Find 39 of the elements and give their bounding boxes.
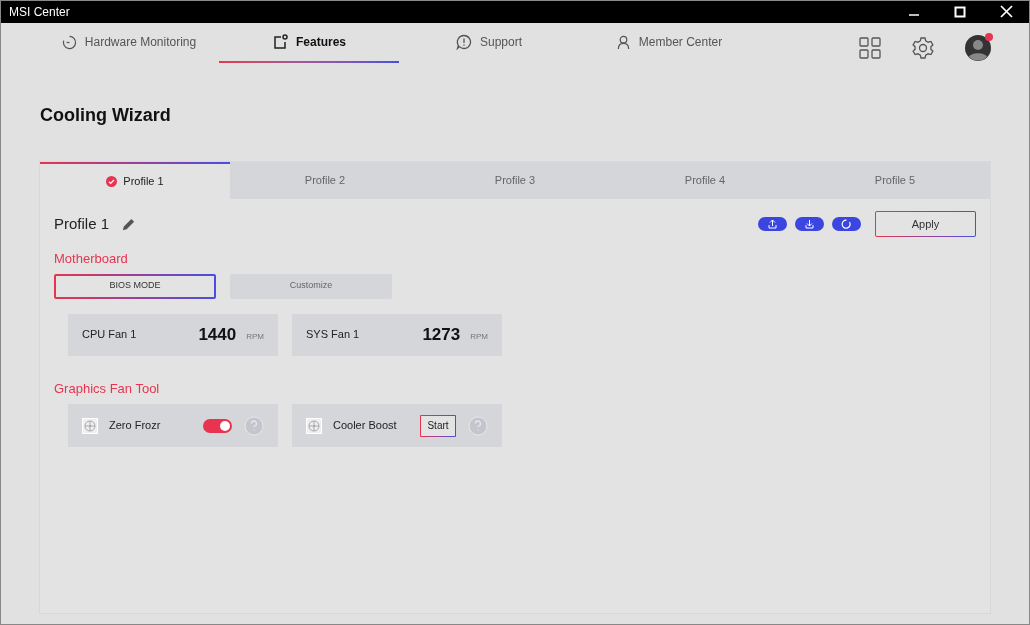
mode-button[interactable]: Customize bbox=[230, 273, 392, 299]
apply-button[interactable]: Apply bbox=[875, 211, 976, 237]
grid-icon[interactable] bbox=[859, 37, 881, 59]
fan-speed: 1273 bbox=[422, 323, 461, 346]
rpm-unit: RPM bbox=[246, 330, 264, 343]
start-button[interactable]: Start bbox=[420, 414, 456, 437]
import-icon[interactable] bbox=[795, 217, 824, 231]
fan-name: SYS Fan 1 bbox=[306, 327, 360, 343]
section-heading: Graphics Fan Tool bbox=[53, 379, 161, 398]
fan-speed: 1440 bbox=[198, 323, 237, 346]
edit-icon[interactable] bbox=[121, 216, 137, 232]
toggle-switch[interactable] bbox=[203, 418, 232, 433]
window-title: MSI Center bbox=[9, 4, 70, 21]
settings-icon[interactable] bbox=[911, 36, 935, 60]
profile-tab[interactable]: Profile 2 bbox=[230, 162, 420, 199]
nav-tab[interactable]: Hardware Monitoring bbox=[61, 23, 197, 61]
rpm-unit: RPM bbox=[470, 330, 488, 343]
person-icon bbox=[615, 34, 631, 50]
profile-tab[interactable]: Profile 5 bbox=[800, 162, 990, 199]
export-icon[interactable] bbox=[758, 217, 787, 231]
nav-tab[interactable]: Support bbox=[456, 23, 522, 61]
tool-name: Zero Frozr bbox=[109, 418, 161, 434]
alert-bubble-icon bbox=[456, 34, 472, 50]
tool-name: Cooler Boost bbox=[333, 418, 397, 434]
gauge-icon bbox=[61, 34, 77, 50]
fan-icon bbox=[82, 417, 98, 434]
page-title: Cooling Wizard bbox=[40, 104, 172, 127]
reset-icon[interactable] bbox=[832, 217, 861, 231]
fan-icon bbox=[306, 417, 322, 434]
profile-tab[interactable]: Profile 3 bbox=[420, 162, 610, 199]
fan-name: CPU Fan 1 bbox=[82, 327, 137, 343]
nav-tab[interactable]: Member Center bbox=[615, 23, 723, 61]
section-heading: Motherboard bbox=[53, 250, 129, 268]
profile-tab[interactable]: Profile 4 bbox=[610, 162, 800, 199]
profile-name: Profile 1 bbox=[54, 213, 110, 234]
avatar-icon[interactable] bbox=[965, 35, 991, 61]
nav-tab[interactable]: Features bbox=[272, 23, 346, 61]
mode-button[interactable]: BIOS MODE bbox=[54, 273, 216, 299]
check-circle-icon bbox=[106, 176, 118, 187]
